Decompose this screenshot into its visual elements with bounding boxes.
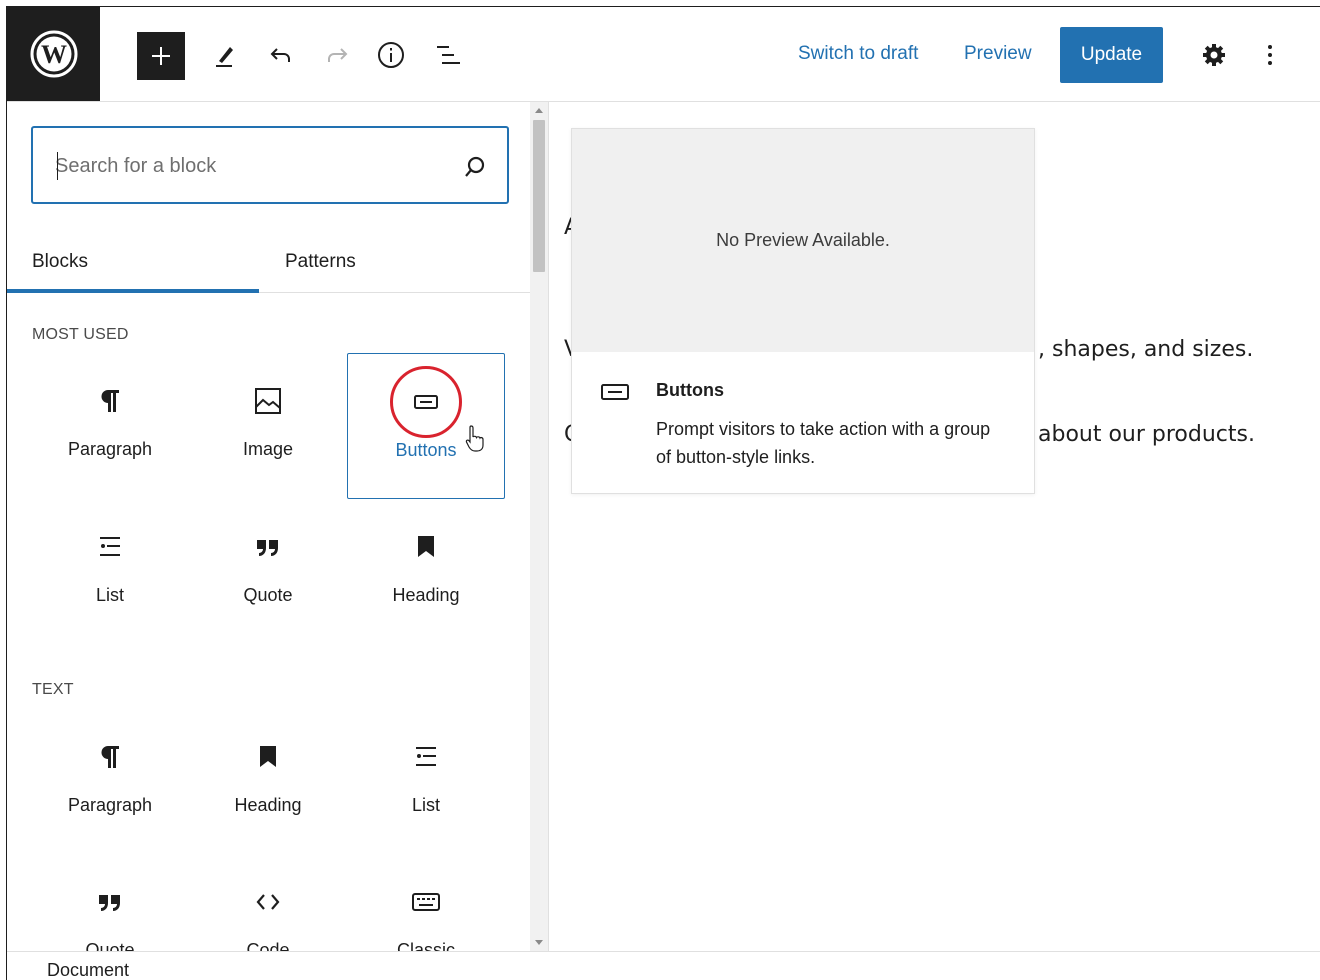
heading-icon bbox=[253, 739, 283, 775]
editor-footer: Document bbox=[7, 951, 1320, 980]
block-item-list-text[interactable]: List bbox=[347, 709, 505, 855]
quote-icon bbox=[95, 884, 125, 920]
document-overview-button[interactable] bbox=[430, 37, 466, 73]
sidebar-scrollbar[interactable] bbox=[530, 102, 549, 951]
section-label-text: TEXT bbox=[32, 681, 74, 698]
details-button[interactable] bbox=[373, 37, 409, 73]
paragraph-icon bbox=[95, 739, 125, 775]
block-search-box bbox=[31, 126, 509, 204]
pencil-icon bbox=[216, 47, 233, 67]
scroll-down-arrow-icon[interactable] bbox=[535, 940, 543, 945]
section-label-most-used: MOST USED bbox=[32, 326, 129, 343]
edit-tools-button[interactable] bbox=[207, 37, 243, 73]
block-item-label: Quote bbox=[85, 940, 135, 951]
block-item-label: Quote bbox=[243, 585, 293, 605]
redo-icon bbox=[328, 48, 348, 62]
undo-icon bbox=[270, 48, 290, 62]
scroll-up-arrow-icon[interactable] bbox=[535, 108, 543, 113]
block-item-paragraph[interactable]: Paragraph bbox=[31, 353, 189, 499]
block-item-label: List bbox=[95, 585, 124, 605]
gear-icon bbox=[1203, 44, 1225, 66]
info-icon bbox=[378, 42, 404, 68]
add-block-button[interactable] bbox=[137, 32, 185, 80]
wordpress-logo[interactable]: W bbox=[7, 7, 100, 101]
active-tab-indicator bbox=[7, 289, 259, 293]
options-menu-button[interactable] bbox=[1252, 37, 1288, 73]
block-item-heading-text[interactable]: Heading bbox=[189, 709, 347, 855]
editor-paragraph-2-end[interactable]: about our products. bbox=[1038, 422, 1255, 447]
block-item-label: Classic bbox=[396, 940, 455, 951]
block-item-list[interactable]: List bbox=[31, 499, 189, 645]
block-item-label: List bbox=[411, 795, 440, 815]
block-item-classic[interactable]: Classic bbox=[347, 854, 505, 951]
block-inserter-panel: Blocks Patterns MOST USED Paragraph Imag… bbox=[7, 102, 530, 951]
preview-block-title: Buttons bbox=[656, 380, 724, 400]
buttons-icon bbox=[600, 381, 630, 408]
quote-icon bbox=[253, 529, 283, 565]
block-item-quote-text[interactable]: Quote bbox=[31, 854, 189, 951]
block-item-label: Image bbox=[242, 439, 294, 459]
block-item-label: Heading bbox=[234, 795, 302, 815]
kebab-menu-icon bbox=[1268, 45, 1272, 65]
top-toolbar: W Switch to draft Preview Update bbox=[7, 7, 1320, 102]
preview-block-description: Prompt visitors to take action with a gr… bbox=[656, 419, 991, 467]
undo-button[interactable] bbox=[263, 37, 299, 73]
wordpress-logo-icon: W bbox=[30, 30, 77, 78]
keyboard-icon bbox=[410, 884, 442, 920]
update-button[interactable]: Update bbox=[1060, 27, 1163, 83]
settings-button[interactable] bbox=[1196, 37, 1232, 73]
breadcrumb-document[interactable]: Document bbox=[47, 960, 129, 980]
preview-button[interactable]: Preview bbox=[964, 43, 1032, 65]
scroll-thumb[interactable] bbox=[533, 120, 545, 272]
block-preview-popover: No Preview Available. Buttons Prompt vis… bbox=[571, 128, 1035, 494]
search-icon bbox=[465, 156, 485, 177]
list-view-icon bbox=[437, 46, 460, 64]
text-cursor bbox=[57, 152, 58, 180]
paragraph-icon bbox=[95, 383, 125, 419]
block-item-label: Buttons bbox=[395, 440, 457, 460]
svg-text:W: W bbox=[41, 40, 67, 69]
list-icon bbox=[411, 739, 441, 775]
redo-button[interactable] bbox=[319, 37, 355, 73]
list-icon bbox=[95, 529, 125, 565]
code-icon bbox=[253, 884, 283, 920]
switch-to-draft-button[interactable]: Switch to draft bbox=[798, 43, 918, 65]
block-item-code[interactable]: Code bbox=[189, 854, 347, 951]
tab-blocks[interactable]: Blocks bbox=[32, 232, 88, 292]
block-item-heading[interactable]: Heading bbox=[347, 499, 505, 645]
block-item-quote[interactable]: Quote bbox=[189, 499, 347, 645]
editor-paragraph-1-end[interactable]: , shapes, and sizes. bbox=[1038, 337, 1253, 362]
tab-patterns[interactable]: Patterns bbox=[285, 232, 356, 292]
image-icon bbox=[253, 383, 283, 419]
block-item-label: Paragraph bbox=[67, 795, 153, 815]
block-item-image[interactable]: Image bbox=[189, 353, 347, 499]
block-item-label: Code bbox=[246, 940, 290, 951]
preview-placeholder: No Preview Available. bbox=[572, 129, 1034, 352]
heading-icon bbox=[411, 529, 441, 565]
block-search-input[interactable] bbox=[55, 152, 435, 180]
plus-icon bbox=[152, 47, 170, 65]
block-item-label: Paragraph bbox=[67, 439, 153, 459]
block-item-paragraph-text[interactable]: Paragraph bbox=[31, 709, 189, 855]
hand-cursor-icon bbox=[465, 425, 484, 452]
editor-window: W Switch to draft Preview Update Search … bbox=[6, 6, 1320, 980]
block-item-label: Heading bbox=[392, 585, 460, 605]
highlight-circle bbox=[390, 366, 462, 438]
